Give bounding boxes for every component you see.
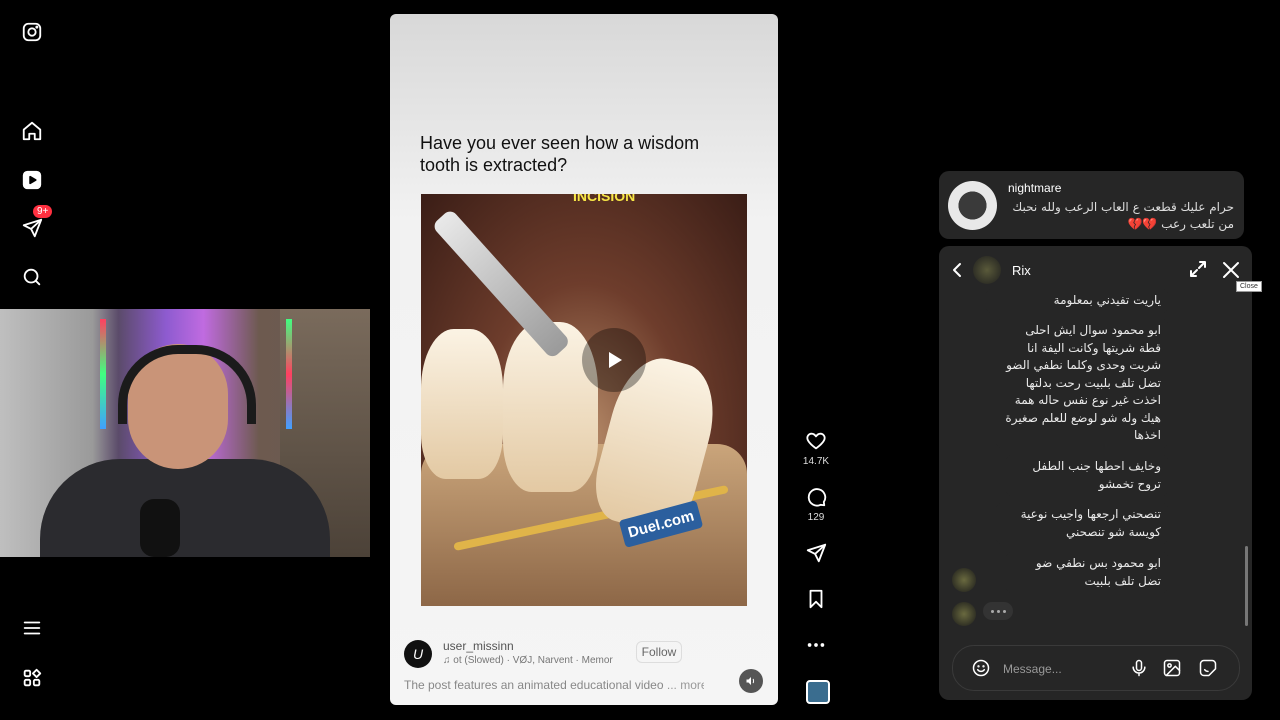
chat-header: Rix xyxy=(939,246,1252,294)
typing-indicator xyxy=(983,602,1013,620)
close-tooltip: Close xyxy=(1236,281,1262,292)
like-count: 14.7K xyxy=(802,456,830,467)
notification-text: حرام عليك قطعت ع العاب الرعب ولله نحبك م… xyxy=(1012,200,1234,231)
message-composer xyxy=(952,645,1240,691)
webcam-overlay xyxy=(0,309,370,557)
instagram-logo-icon[interactable] xyxy=(16,16,48,48)
caption-more-link[interactable]: ... more xyxy=(667,678,704,692)
back-button[interactable] xyxy=(949,260,965,280)
also-from-meta-icon[interactable] xyxy=(16,662,48,694)
webcam-led-strip xyxy=(286,319,292,429)
heart-icon xyxy=(806,432,826,450)
speaker-icon xyxy=(746,677,755,685)
chat-window: Rix ياريت تفيدني بمعلومة ابو محمود سوال … xyxy=(939,246,1252,700)
reel-footer: U user_missinn ♫ ot (Slowed) · VØJ, Narv… xyxy=(390,634,778,705)
ellipsis-icon xyxy=(807,643,825,647)
webcam-microphone xyxy=(140,499,180,557)
emoji-icon[interactable] xyxy=(971,658,991,678)
notification-badge: 9+ xyxy=(33,205,53,218)
music-note-icon: ♫ xyxy=(443,655,454,666)
comment-icon xyxy=(807,488,827,507)
chat-message[interactable]: تنصحني ارجعها واجيب نوعية كويسة شو تنصحن… xyxy=(995,502,1169,545)
chat-message[interactable]: ابو محمود بس نطفي ضو تضل تلف بلبيت xyxy=(1005,551,1169,594)
search-icon[interactable] xyxy=(16,261,48,293)
more-menu-icon[interactable] xyxy=(16,612,48,644)
notification-sender: nightmare xyxy=(1008,181,1062,195)
comment-button[interactable]: 129 xyxy=(796,486,836,523)
molar-tooth xyxy=(421,329,503,479)
microphone-icon[interactable] xyxy=(1129,658,1149,678)
reel-illustration: INCISION Duel.com xyxy=(421,194,747,606)
caption-text: The post features an animated educationa… xyxy=(404,678,664,692)
play-icon xyxy=(609,352,622,368)
reel-title: Have you ever seen how a wisdom tooth is… xyxy=(420,133,700,175)
home-icon[interactable] xyxy=(16,115,48,147)
chat-scrollbar[interactable] xyxy=(1245,546,1248,626)
audio-track-name: ot (Slowed) · VØJ, Narvent · Memory Rebo… xyxy=(453,655,613,666)
chat-message[interactable]: ابو محمود سوال ايش احلى قطة شريتها وكانت… xyxy=(995,318,1169,449)
image-icon[interactable] xyxy=(1162,658,1182,678)
close-button[interactable] xyxy=(1221,260,1241,280)
webcam-headset xyxy=(118,345,256,424)
send-icon xyxy=(806,543,827,563)
reels-icon[interactable] xyxy=(16,164,48,196)
sticker-icon[interactable] xyxy=(1198,658,1218,678)
chat-message[interactable]: ياريت تفيدني بمعلومة xyxy=(985,288,1169,314)
reel-caption[interactable]: The post features an animated educationa… xyxy=(404,678,704,692)
original-audio-thumbnail[interactable] xyxy=(806,680,830,704)
audio-track[interactable]: ♫ ot (Slowed) · VØJ, Narvent · Memory Re… xyxy=(443,655,613,666)
audio-toggle-button[interactable] xyxy=(739,669,763,693)
like-button[interactable]: 14.7K xyxy=(796,430,836,467)
webcam-led-strip xyxy=(100,319,106,429)
sender-avatar xyxy=(952,602,976,626)
chat-message[interactable]: وخايف احطها جنب الطفل تروح تخمشو xyxy=(1005,454,1169,497)
reel-video[interactable]: Have you ever seen how a wisdom tooth is… xyxy=(390,14,778,705)
notification-avatar xyxy=(948,181,997,230)
expand-icon xyxy=(1190,261,1206,277)
chevron-left-icon xyxy=(953,263,961,277)
comment-count: 129 xyxy=(807,512,825,523)
sender-avatar xyxy=(952,568,976,592)
message-input[interactable] xyxy=(1001,658,1115,680)
play-button[interactable] xyxy=(582,328,646,392)
chat-avatar[interactable] xyxy=(973,256,1001,284)
chat-contact-name[interactable]: Rix xyxy=(1012,263,1031,278)
webcam-person-body xyxy=(40,459,330,557)
message-notification[interactable]: nightmare حرام عليك قطعت ع العاب الرعب و… xyxy=(939,171,1244,239)
bookmark-icon xyxy=(809,589,823,609)
save-button[interactable] xyxy=(796,588,836,610)
more-options-button[interactable] xyxy=(796,634,836,656)
close-icon xyxy=(1223,262,1239,278)
author-username[interactable]: user_missinn xyxy=(443,639,514,653)
follow-button[interactable]: Follow xyxy=(636,641,682,663)
share-button[interactable] xyxy=(796,542,836,564)
direct-icon[interactable]: 9+ xyxy=(16,205,53,244)
incision-label: INCISION xyxy=(573,194,636,204)
expand-button[interactable] xyxy=(1189,260,1207,278)
author-avatar[interactable]: U xyxy=(404,640,432,668)
